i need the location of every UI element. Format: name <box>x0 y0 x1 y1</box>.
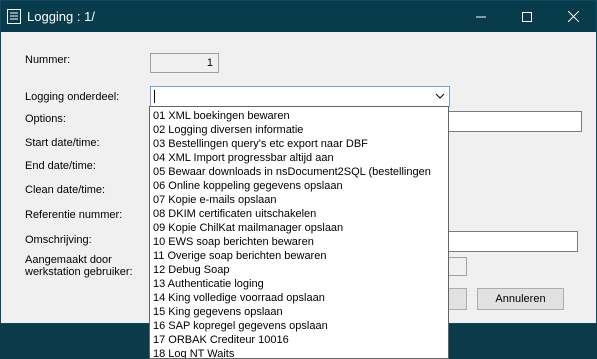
title-bar: Logging : 1/ <box>1 1 596 32</box>
label-aangemaakt-2: werkstation gebruiker: <box>25 266 133 278</box>
dropdown-item[interactable]: 08 DKIM certificaten uitschakelen <box>150 207 448 221</box>
minimize-icon <box>476 16 486 17</box>
dropdown-item[interactable]: 10 EWS soap berichten bewaren <box>150 235 448 249</box>
label-omschrijving: Omschrijving: <box>25 234 92 246</box>
dropdown-item[interactable]: 03 Bestellingen query's etc export naar … <box>150 137 448 151</box>
dropdown-item[interactable]: 01 XML boekingen bewaren <box>150 109 448 123</box>
dropdown-item[interactable]: 14 King volledige voorraad opslaan <box>150 291 448 305</box>
dropdown-item[interactable]: 11 Overige soap berichten bewaren <box>150 249 448 263</box>
dropdown-item[interactable]: 05 Bewaar downloads in nsDocument2SQL (b… <box>150 165 448 179</box>
dropdown-item[interactable]: 16 SAP kopregel gegevens opslaan <box>150 319 448 333</box>
annuleren-button[interactable]: Annuleren <box>477 288 564 310</box>
maximize-button[interactable] <box>504 1 550 32</box>
omschrijving-field[interactable] <box>446 231 578 252</box>
dropdown-item[interactable]: 18 Log NT Waits <box>150 347 448 358</box>
label-end: End date/time: <box>25 160 96 172</box>
dropdown-item[interactable]: 17 ORBAK Crediteur 10016 <box>150 333 448 347</box>
label-aangemaakt-1: Aangemaakt door <box>25 254 112 266</box>
dropdown-item[interactable]: 09 Kopie ChilKat mailmanager opslaan <box>150 221 448 235</box>
maximize-icon <box>522 11 532 22</box>
dropdown-item[interactable]: 02 Logging diversen informatie <box>150 123 448 137</box>
gebruiker-field <box>446 257 467 276</box>
close-icon <box>567 11 579 22</box>
label-clean: Clean date/time: <box>25 184 106 196</box>
label-start: Start date/time: <box>25 137 100 149</box>
minimize-button[interactable] <box>458 1 504 32</box>
close-button[interactable] <box>550 1 596 32</box>
ok-button[interactable] <box>446 288 467 310</box>
logging-onderdeel-combobox[interactable] <box>150 86 450 107</box>
dropdown-item[interactable]: 06 Online koppeling gegevens opslaan <box>150 179 448 193</box>
dropdown-item[interactable]: 04 XML Import progressbar altijd aan <box>150 151 448 165</box>
label-referentie: Referentie nummer: <box>25 209 123 221</box>
dropdown-item[interactable]: 12 Debug Soap <box>150 263 448 277</box>
dropdown-item[interactable]: 13 Authenticatie loging <box>150 277 448 291</box>
nummer-field: 1 <box>150 53 219 73</box>
label-logging-onderdeel: Logging onderdeel: <box>25 91 120 103</box>
label-options: Options: <box>25 113 66 125</box>
dropdown-item[interactable]: 07 Kopie e-mails opslaan <box>150 193 448 207</box>
window-title: Logging : 1/ <box>27 9 95 24</box>
chevron-down-icon[interactable] <box>435 91 445 101</box>
text-caret <box>154 90 155 103</box>
label-nummer: Nummer: <box>25 54 71 66</box>
document-icon <box>7 9 21 24</box>
options-field[interactable] <box>446 111 582 132</box>
logging-onderdeel-dropdown-list[interactable]: 01 XML boekingen bewaren 02 Logging diver… <box>149 106 449 359</box>
dropdown-item[interactable]: 15 King gegevens opslaan <box>150 305 448 319</box>
